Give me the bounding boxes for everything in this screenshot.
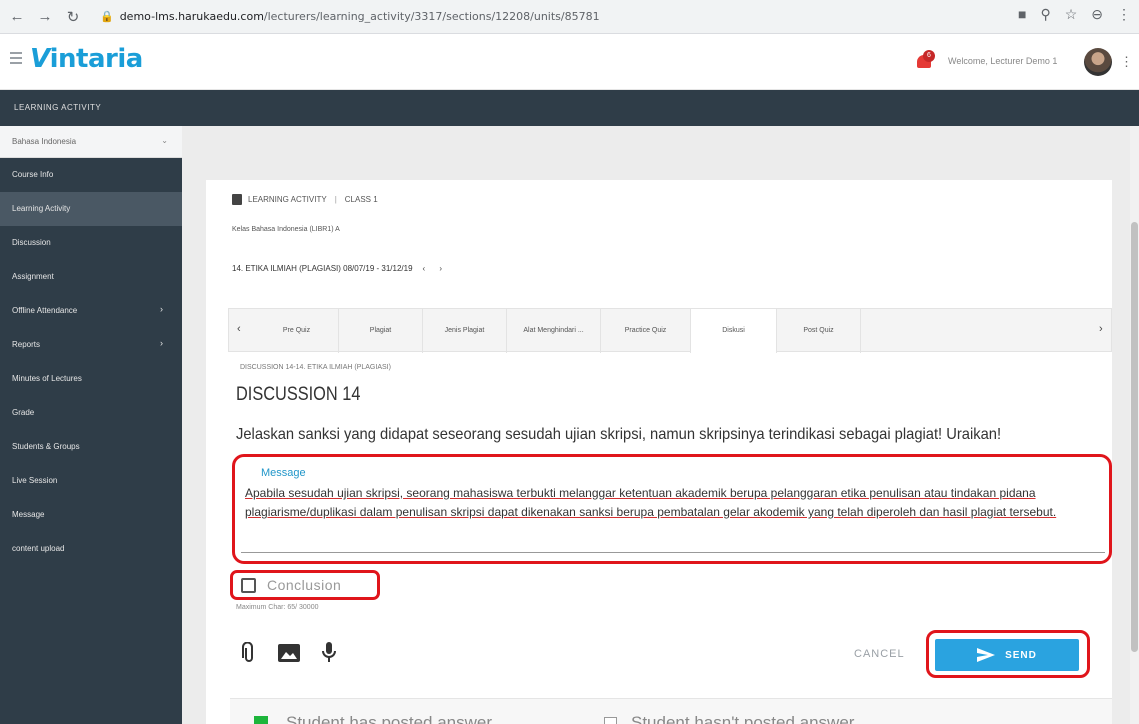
sidebar-item-grade[interactable]: Grade <box>0 396 182 430</box>
tab-jenis-plagiat[interactable]: Jenis Plagiat <box>423 309 507 353</box>
sidebar-item-reports[interactable]: Reports › <box>0 328 182 362</box>
tab-alat-menghindari[interactable]: Alat Menghindari ... <box>507 309 601 353</box>
activity-header-label: LEARNING ACTIVITY <box>248 195 327 204</box>
discussion-breadcrumb: DISCUSSION 14-14. ETIKA ILMIAH (PLAGIASI… <box>240 364 391 371</box>
sidebar-item-students-groups[interactable]: Students & Groups <box>0 430 182 464</box>
message-label: Message <box>261 467 306 479</box>
legend-not-posted: Student hasn't posted answer <box>604 713 854 724</box>
paperclip-icon[interactable] <box>242 641 256 669</box>
send-button-highlight: SEND <box>926 630 1090 678</box>
unit-tabs: ‹ Pre Quiz Plagiat Jenis Plagiat Alat Me… <box>228 308 1112 353</box>
activity-header: LEARNING ACTIVITY | CLASS 1 <box>232 194 378 205</box>
browser-toolbar: ← → ↻ 🔒 demo-lms.harukaedu.com/lecturers… <box>0 0 1139 34</box>
breadcrumb: LEARNING ACTIVITY <box>0 90 1139 126</box>
avatar[interactable] <box>1084 48 1112 76</box>
lock-icon: 🔒 <box>100 11 114 23</box>
sidebar-item-content-upload[interactable]: content upload <box>0 532 182 566</box>
sidebar-item-minutes-of-lectures[interactable]: Minutes of Lectures <box>0 362 182 396</box>
topic-row: 14. ETIKA ILMIAH (PLAGIASI) 08/07/19 - 3… <box>232 264 448 273</box>
chevron-right-icon: › <box>160 304 163 314</box>
notification-badge: 6 <box>923 50 935 62</box>
microphone-icon[interactable] <box>322 642 336 669</box>
conclusion-checkbox[interactable] <box>241 578 256 593</box>
tab-practice-quiz[interactable]: Practice Quiz <box>601 309 691 353</box>
legend-posted: Student has posted answer <box>254 713 492 724</box>
page-scrollbar[interactable] <box>1130 126 1139 724</box>
conclusion-checkbox-wrapper: Conclusion <box>230 570 380 600</box>
sidebar-item-course-info[interactable]: Course Info <box>0 158 182 192</box>
sidebar-item-discussion[interactable]: Discussion <box>0 226 182 260</box>
sidebar-item-assignment[interactable]: Assignment <box>0 260 182 294</box>
chevron-left-icon[interactable]: ‹ <box>237 323 241 335</box>
page-title: DISCUSSION 14 <box>236 384 361 405</box>
tab-plagiat[interactable]: Plagiat <box>339 309 423 353</box>
send-label: SEND <box>1005 649 1037 661</box>
tab-pre-quiz[interactable]: Pre Quiz <box>255 309 339 353</box>
forward-icon[interactable]: → <box>34 6 56 28</box>
conclusion-label: Conclusion <box>267 577 342 593</box>
main-content: LEARNING ACTIVITY | CLASS 1 Kelas Bahasa… <box>182 126 1139 724</box>
tab-diskusi[interactable]: Diskusi <box>691 309 777 353</box>
class-name: Kelas Bahasa Indonesia (LIBR1) A <box>232 226 340 233</box>
zoom-icon[interactable]: ⚲ <box>1040 6 1050 23</box>
profile-icon[interactable]: ⊖ <box>1091 6 1103 23</box>
user-menu-icon[interactable]: ⋮ <box>1120 54 1133 70</box>
sidebar-item-message[interactable]: Message <box>0 498 182 532</box>
not-posted-swatch <box>604 716 617 724</box>
cast-icon[interactable]: ■ <box>1018 6 1026 23</box>
discussion-question: Jelaskan sanksi yang didapat seseorang s… <box>236 426 1002 443</box>
breadcrumb-label: LEARNING ACTIVITY <box>14 103 102 112</box>
class-label: CLASS 1 <box>344 195 378 204</box>
app-header: Vintaria 6 Welcome, Lecturer Demo 1 ⋮ <box>0 34 1139 90</box>
send-icon <box>977 648 996 662</box>
notification-bell-icon[interactable]: 6 <box>916 50 935 70</box>
back-icon[interactable]: ← <box>6 6 28 28</box>
char-counter: Maximum Char: 65/ 30000 <box>236 604 319 611</box>
image-icon[interactable] <box>278 644 300 667</box>
activity-card: LEARNING ACTIVITY | CLASS 1 Kelas Bahasa… <box>206 180 1112 724</box>
sidebar: Bahasa Indonesia ⌄ Course Info Learning … <box>0 126 182 724</box>
logo[interactable]: Vintaria <box>30 44 143 74</box>
browser-menu-icon[interactable]: ⋮ <box>1117 6 1131 23</box>
menu-icon[interactable] <box>10 52 22 64</box>
answer-legend: Student has posted answer Student hasn't… <box>230 698 1112 724</box>
tab-post-quiz[interactable]: Post Quiz <box>777 309 861 353</box>
sidebar-item-offline-attendance[interactable]: Offline Attendance › <box>0 294 182 328</box>
sidebar-item-live-session[interactable]: Live Session <box>0 464 182 498</box>
posted-swatch <box>254 716 268 724</box>
input-underline <box>241 552 1105 553</box>
bookmark-star-icon[interactable]: ☆ <box>1065 6 1078 23</box>
topic-nav-arrows[interactable]: ‹ › <box>423 264 449 273</box>
attachment-toolbar <box>242 641 336 669</box>
course-select-value: Bahasa Indonesia <box>12 137 77 146</box>
address-bar[interactable]: demo-lms.harukaedu.com/lecturers/learnin… <box>120 10 600 23</box>
reload-icon[interactable]: ↻ <box>62 6 84 28</box>
message-input[interactable]: Apabila sesudah ujian skripsi, seorang m… <box>245 484 1105 522</box>
url-path: /lecturers/learning_activity/3317/sectio… <box>263 10 600 23</box>
topic-title: 14. ETIKA ILMIAH (PLAGIASI) 08/07/19 - 3… <box>232 264 413 273</box>
welcome-text: Welcome, Lecturer Demo 1 <box>948 56 1058 66</box>
chevron-right-icon[interactable]: › <box>1099 323 1103 335</box>
url-domain: demo-lms.harukaedu.com <box>119 10 264 23</box>
message-field[interactable]: Message Apabila sesudah ujian skripsi, s… <box>232 454 1112 564</box>
cancel-button[interactable]: CANCEL <box>854 648 905 660</box>
chevron-down-icon: ⌄ <box>161 136 168 145</box>
course-select[interactable]: Bahasa Indonesia ⌄ <box>0 126 182 158</box>
activity-icon <box>232 194 242 205</box>
sidebar-item-learning-activity[interactable]: Learning Activity <box>0 192 182 226</box>
send-button[interactable]: SEND <box>935 639 1079 671</box>
chevron-right-icon: › <box>160 338 163 348</box>
